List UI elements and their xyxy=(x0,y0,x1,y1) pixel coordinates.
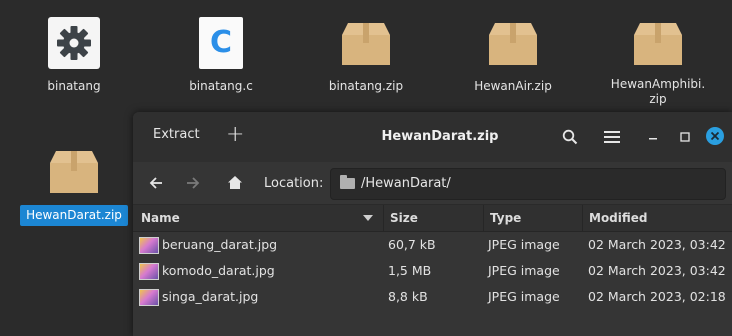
archive-box-icon xyxy=(634,23,682,65)
column-header-modified[interactable]: Modified xyxy=(583,205,732,231)
file-modified: 02 March 2023, 03:42 xyxy=(588,237,726,252)
file-type: JPEG image xyxy=(488,263,560,278)
settings-icon xyxy=(48,17,100,69)
desktop-icon-binatang-c[interactable]: C binatang.c xyxy=(166,15,276,94)
minimize-icon[interactable] xyxy=(648,134,658,140)
file-size: 1,5 MB xyxy=(388,263,432,278)
window-title: HewanDarat.zip xyxy=(381,129,499,144)
file-name: komodo_darat.jpg xyxy=(162,263,275,278)
home-icon[interactable] xyxy=(227,175,243,190)
back-arrow-icon[interactable] xyxy=(149,176,163,190)
file-size: 8,8 kB xyxy=(388,289,428,304)
location-toolbar: Location: /HewanDarat/ xyxy=(133,162,732,205)
desktop-icon-label-selected: HewanDarat.zip xyxy=(20,205,128,226)
file-type: JPEG image xyxy=(488,289,560,304)
desktop-icon-label: binatang.c xyxy=(189,79,253,93)
c-file-icon: C xyxy=(199,17,243,69)
desktop-icon-label: binatang xyxy=(47,79,101,93)
file-modified: 02 March 2023, 02:18 xyxy=(588,289,726,304)
column-header-size[interactable]: Size xyxy=(384,205,484,231)
forward-arrow-icon[interactable] xyxy=(186,176,200,190)
image-file-icon xyxy=(139,289,159,306)
sort-descending-icon xyxy=(363,215,373,221)
file-row[interactable]: komodo_darat.jpg 1,5 MB JPEG image 02 Ma… xyxy=(133,258,732,284)
file-list-header: Name Size Type Modified xyxy=(133,205,732,232)
file-modified: 02 March 2023, 03:42 xyxy=(588,263,726,278)
file-row[interactable]: beruang_darat.jpg 60,7 kB JPEG image 02 … xyxy=(133,232,732,258)
desktop-icon-label: HewanAmphibi. zip xyxy=(610,77,706,106)
add-files-button[interactable]: + xyxy=(226,122,244,147)
desktop-icon-hewanair-zip[interactable]: HewanAir.zip xyxy=(458,15,568,94)
folder-icon xyxy=(340,175,355,189)
file-type: JPEG image xyxy=(488,237,560,252)
file-size: 60,7 kB xyxy=(388,237,436,252)
location-field[interactable]: /HewanDarat/ xyxy=(330,168,726,200)
file-name: beruang_darat.jpg xyxy=(162,237,278,252)
maximize-icon[interactable] xyxy=(680,132,690,142)
desktop-icon-binatang-zip[interactable]: binatang.zip xyxy=(311,15,421,94)
window-header-bar: Extract + HewanDarat.zip xyxy=(133,112,732,162)
file-name: singa_darat.jpg xyxy=(162,289,259,304)
column-header-name[interactable]: Name xyxy=(133,205,384,231)
hamburger-menu-icon[interactable] xyxy=(604,130,620,144)
desktop-icon-label: HewanAir.zip xyxy=(474,79,552,93)
desktop-icon-label: binatang.zip xyxy=(328,79,404,93)
location-label: Location: xyxy=(264,176,324,191)
close-icon[interactable] xyxy=(706,127,724,145)
image-file-icon xyxy=(139,263,159,280)
desktop-icon-hewanamphibi-zip[interactable]: HewanAmphibi. zip xyxy=(603,15,713,107)
archive-box-icon xyxy=(342,23,390,65)
search-icon[interactable] xyxy=(562,129,578,145)
archive-box-icon xyxy=(489,23,537,65)
file-row[interactable]: singa_darat.jpg 8,8 kB JPEG image 02 Mar… xyxy=(133,284,732,310)
column-header-type[interactable]: Type xyxy=(484,205,583,231)
location-path: /HewanDarat/ xyxy=(361,176,451,191)
image-file-icon xyxy=(139,237,159,254)
desktop-icon-binatang[interactable]: binatang xyxy=(19,15,129,94)
extract-button[interactable]: Extract xyxy=(153,127,200,142)
archive-manager-window: Extract + HewanDarat.zip Location: /Hewa… xyxy=(133,112,732,336)
archive-box-icon xyxy=(50,151,98,193)
desktop-icon-hewandarat-zip[interactable]: HewanDarat.zip xyxy=(19,143,129,226)
